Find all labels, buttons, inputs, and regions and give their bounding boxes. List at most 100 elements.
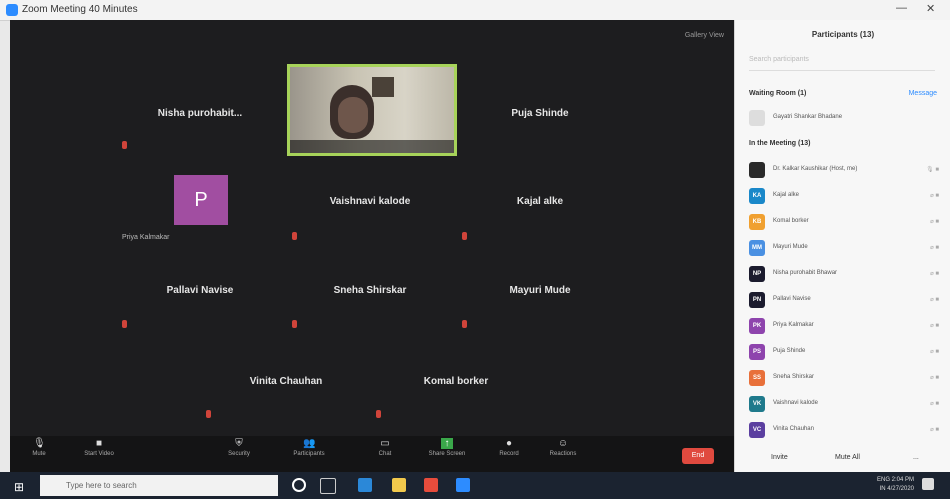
tray-time: ENG 2:04 PM: [876, 477, 914, 483]
participant-name: Komal borker: [773, 218, 809, 224]
mic-camera-icons: ⌀ ■: [930, 193, 939, 199]
muted-icon: [376, 410, 381, 418]
video-camera-icon: ■: [95, 438, 103, 449]
reactions-label: Reactions: [549, 451, 577, 457]
participant-name: Puja Shinde: [773, 348, 806, 354]
file-explorer-icon[interactable]: [392, 478, 406, 492]
panel-title: Participants (13): [811, 30, 875, 39]
in-meeting-heading: In the Meeting (13): [749, 140, 811, 147]
title-bar: Zoom Meeting 40 Minutes — ✕: [0, 0, 950, 21]
cortana-icon[interactable]: [292, 478, 306, 492]
record-icon: ●: [505, 438, 513, 449]
share-screen-icon: ↑: [441, 438, 453, 449]
muted-icon: [206, 410, 211, 418]
participant-name: Kajal alke: [773, 192, 800, 198]
gallery-view-button[interactable]: Gallery View: [685, 32, 724, 39]
zoom-taskbar-icon[interactable]: [456, 478, 470, 492]
muted-icon: [292, 232, 297, 240]
participant-row[interactable]: MM Mayuri Mude ⌀ ■: [749, 240, 939, 256]
participant-row[interactable]: VC Vinita Chauhan ⌀ ■: [749, 422, 939, 438]
person-face: [338, 97, 368, 133]
mic-camera-icons: ⌀ ■: [930, 297, 939, 303]
participant-name: Pallavi Navise: [773, 296, 811, 302]
more-options-button[interactable]: ...: [913, 454, 919, 461]
participant-row[interactable]: PS Puja Shinde ⌀ ■: [749, 344, 939, 360]
close-icon[interactable]: ✕: [926, 2, 935, 15]
participant-avatar: PN: [749, 292, 765, 308]
waiting-name: Gayatri Shankar Bhadane: [773, 114, 843, 120]
admit-button[interactable]: Message: [909, 90, 937, 97]
windows-taskbar: ⊞ Type here to search ENG 2:04 PM IN 4/2…: [0, 472, 950, 499]
notification-icon[interactable]: [922, 478, 934, 490]
waiting-room-heading: Waiting Room (1): [749, 90, 807, 97]
window-title: Zoom Meeting 40 Minutes: [22, 4, 138, 15]
participant-row[interactable]: Dr. Kalkar Kaushikar (Host, me) 🎙 ■: [749, 162, 939, 178]
invite-button[interactable]: Invite: [771, 454, 788, 461]
people-icon: 👥: [303, 438, 316, 449]
mute-all-button[interactable]: Mute All: [835, 454, 860, 461]
participant-row[interactable]: KB Komal borker ⌀ ■: [749, 214, 939, 230]
participant-avatar: MM: [749, 240, 765, 256]
security-label: Security: [228, 451, 250, 457]
participant-name: Priya Kalmakar: [773, 322, 814, 328]
system-tray-clock[interactable]: ENG 2:04 PM IN 4/27/2020: [877, 476, 914, 494]
mute-button[interactable]: 🎙 Mute: [16, 438, 62, 457]
participant-name: Dr. Kalkar Kaushikar (Host, me): [773, 166, 858, 172]
start-video-button[interactable]: ■ Start Video: [76, 438, 122, 457]
participants-panel: Participants (13) Search participants Wa…: [734, 20, 950, 472]
reactions-button[interactable]: ☺ Reactions: [540, 438, 586, 457]
waiting-room-row[interactable]: Gayatri Shankar Bhadane: [749, 110, 939, 126]
participant-avatar: KB: [749, 214, 765, 230]
wall-frame: [372, 77, 394, 97]
video-label: Start Video: [84, 451, 114, 457]
smiley-icon: ☺: [557, 438, 569, 449]
participant-row[interactable]: PN Pallavi Navise ⌀ ■: [749, 292, 939, 308]
gallery-view: Gallery View Nisha purohabit... Puja Shi…: [10, 20, 734, 472]
participant-tile-name: Puja Shinde: [511, 108, 569, 119]
shield-icon: ⛨: [235, 438, 243, 449]
mic-camera-icons: ⌀ ■: [930, 245, 939, 251]
participant-row[interactable]: KA Kajal alke ⌀ ■: [749, 188, 939, 204]
chat-bubble-icon: ▭: [380, 438, 390, 449]
tray-date: IN 4/27/2020: [879, 486, 914, 492]
participant-avatar: KA: [749, 188, 765, 204]
end-meeting-button[interactable]: End: [682, 448, 714, 464]
mic-camera-icons: ⌀ ■: [930, 219, 939, 225]
video-tile[interactable]: [287, 64, 457, 156]
participant-tile-name: Komal borker: [423, 376, 489, 387]
participant-row[interactable]: NP Nisha purohabit Bhawar ⌀ ■: [749, 266, 939, 282]
participant-row[interactable]: SS Sneha Shirskar ⌀ ■: [749, 370, 939, 386]
minimize-icon[interactable]: —: [896, 2, 907, 14]
participants-label: Participants: [293, 451, 325, 457]
chat-button[interactable]: ▭ Chat: [362, 438, 408, 457]
mic-camera-icons: 🎙 ■: [926, 167, 939, 173]
muted-icon: [462, 232, 467, 240]
mic-camera-icons: ⌀ ■: [930, 271, 939, 277]
video-name-label: [290, 140, 454, 153]
record-button[interactable]: ● Record: [486, 438, 532, 457]
mute-label: Mute: [32, 451, 46, 457]
chrome-icon[interactable]: [424, 478, 438, 492]
participant-avatar-name: Priya Kalmakar: [122, 234, 170, 241]
taskbar-search-input[interactable]: Type here to search: [40, 475, 278, 496]
participants-button[interactable]: 👥 Participants: [286, 438, 332, 457]
task-view-icon[interactable]: [320, 478, 336, 494]
share-screen-button[interactable]: ↑ Share Screen: [424, 438, 470, 457]
edge-browser-icon[interactable]: [358, 478, 372, 492]
microphone-icon: 🎙: [33, 438, 46, 449]
participant-tile-name: Mayuri Mude: [509, 285, 571, 296]
participant-row[interactable]: VK Vaishnavi kalode ⌀ ■: [749, 396, 939, 412]
security-button[interactable]: ⛨ Security: [216, 438, 262, 457]
participant-tile-name: Kajal alke: [516, 196, 564, 207]
search-participants-input[interactable]: Search participants: [749, 56, 935, 71]
participant-avatar: [749, 162, 765, 178]
participant-avatar: VK: [749, 396, 765, 412]
participant-row[interactable]: PK Priya Kalmakar ⌀ ■: [749, 318, 939, 334]
muted-icon: [462, 320, 467, 328]
meeting-toolbar: 🎙 Mute ■ Start Video ⛨ Security 👥 Participan…: [10, 436, 734, 472]
waiting-avatar: [749, 110, 765, 126]
chat-label: Chat: [378, 451, 392, 457]
record-label: Record: [499, 451, 519, 457]
windows-start-icon[interactable]: ⊞: [14, 480, 24, 494]
muted-icon: [292, 320, 297, 328]
